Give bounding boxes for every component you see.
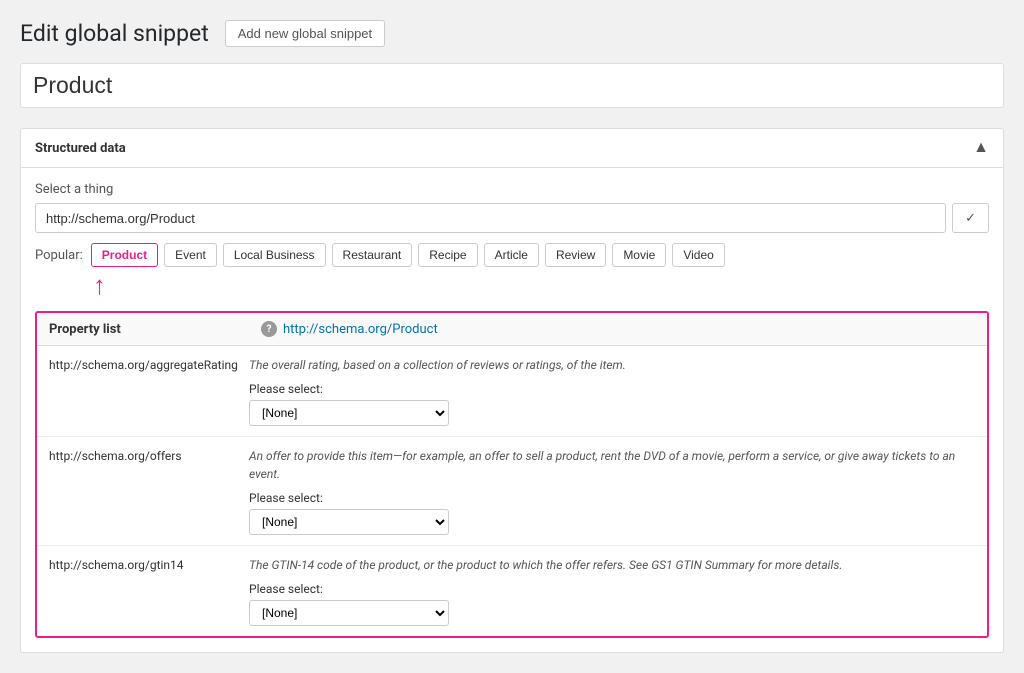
prop-select-aggregate-rating[interactable]: [None] (249, 400, 449, 426)
prop-details-aggregate-rating: The overall rating, based on a collectio… (249, 356, 975, 426)
snippet-name-input[interactable] (20, 63, 1004, 108)
help-icon: ? (261, 321, 277, 337)
page-title: Edit global snippet (20, 20, 209, 47)
prop-name-gtin14: http://schema.org/gtin14 (49, 556, 249, 572)
property-schema-link-col: ? http://schema.org/Product (261, 321, 438, 337)
prop-desc-gtin14: The GTIN-14 code of the product, or the … (249, 556, 975, 574)
prop-details-gtin14: The GTIN-14 code of the product, or the … (249, 556, 975, 626)
property-table-header: Property list ? http://schema.org/Produc… (37, 313, 987, 346)
property-row-aggregate-rating: http://schema.org/aggregateRating The ov… (37, 346, 987, 437)
schema-input-row: ✓ (35, 203, 989, 233)
popular-btn-product[interactable]: Product (91, 243, 158, 267)
popular-label: Popular: (35, 248, 83, 263)
popular-btn-article[interactable]: Article (484, 243, 539, 267)
prop-desc-offers: An offer to provide this item—for exampl… (249, 447, 975, 483)
popular-btn-restaurant[interactable]: Restaurant (332, 243, 413, 267)
popular-btn-recipe[interactable]: Recipe (418, 243, 477, 267)
prop-select-offers[interactable]: [None] (249, 509, 449, 535)
popular-row: Popular: Product Event Local Business Re… (35, 243, 989, 267)
add-new-button[interactable]: Add new global snippet (225, 20, 385, 47)
section-header: Structured data ▲ (21, 129, 1003, 168)
select-thing-label: Select a thing (35, 182, 989, 197)
arrow-indicator: ↑ (93, 273, 106, 299)
structured-data-section: Structured data ▲ Select a thing ✓ Popul… (20, 128, 1004, 653)
popular-btn-review[interactable]: Review (545, 243, 606, 267)
prop-select-gtin14[interactable]: [None] (249, 600, 449, 626)
popular-btn-video[interactable]: Video (672, 243, 724, 267)
property-row-offers: http://schema.org/offers An offer to pro… (37, 437, 987, 546)
popular-btn-local-business[interactable]: Local Business (223, 243, 326, 267)
page-header: Edit global snippet Add new global snipp… (20, 20, 1004, 47)
schema-url-input[interactable] (35, 203, 946, 233)
prop-details-offers: An offer to provide this item—for exampl… (249, 447, 975, 535)
schema-product-link[interactable]: http://schema.org/Product (283, 322, 438, 337)
prop-select-label-2: Please select: (249, 491, 975, 505)
prop-name-aggregate-rating: http://schema.org/aggregateRating (49, 356, 249, 372)
prop-name-offers: http://schema.org/offers (49, 447, 249, 463)
collapse-button[interactable]: ▲ (973, 139, 989, 157)
section-title: Structured data (35, 141, 126, 156)
property-list-col-label: Property list (49, 322, 249, 337)
prop-select-label-3: Please select: (249, 582, 975, 596)
section-body: Select a thing ✓ Popular: Product Event … (21, 168, 1003, 652)
popular-btn-event[interactable]: Event (164, 243, 217, 267)
property-table: Property list ? http://schema.org/Produc… (35, 311, 989, 638)
schema-check-button[interactable]: ✓ (952, 203, 989, 233)
popular-btn-movie[interactable]: Movie (612, 243, 666, 267)
prop-select-label-1: Please select: (249, 382, 975, 396)
property-row-gtin14: http://schema.org/gtin14 The GTIN-14 cod… (37, 546, 987, 636)
prop-desc-aggregate-rating: The overall rating, based on a collectio… (249, 356, 975, 374)
